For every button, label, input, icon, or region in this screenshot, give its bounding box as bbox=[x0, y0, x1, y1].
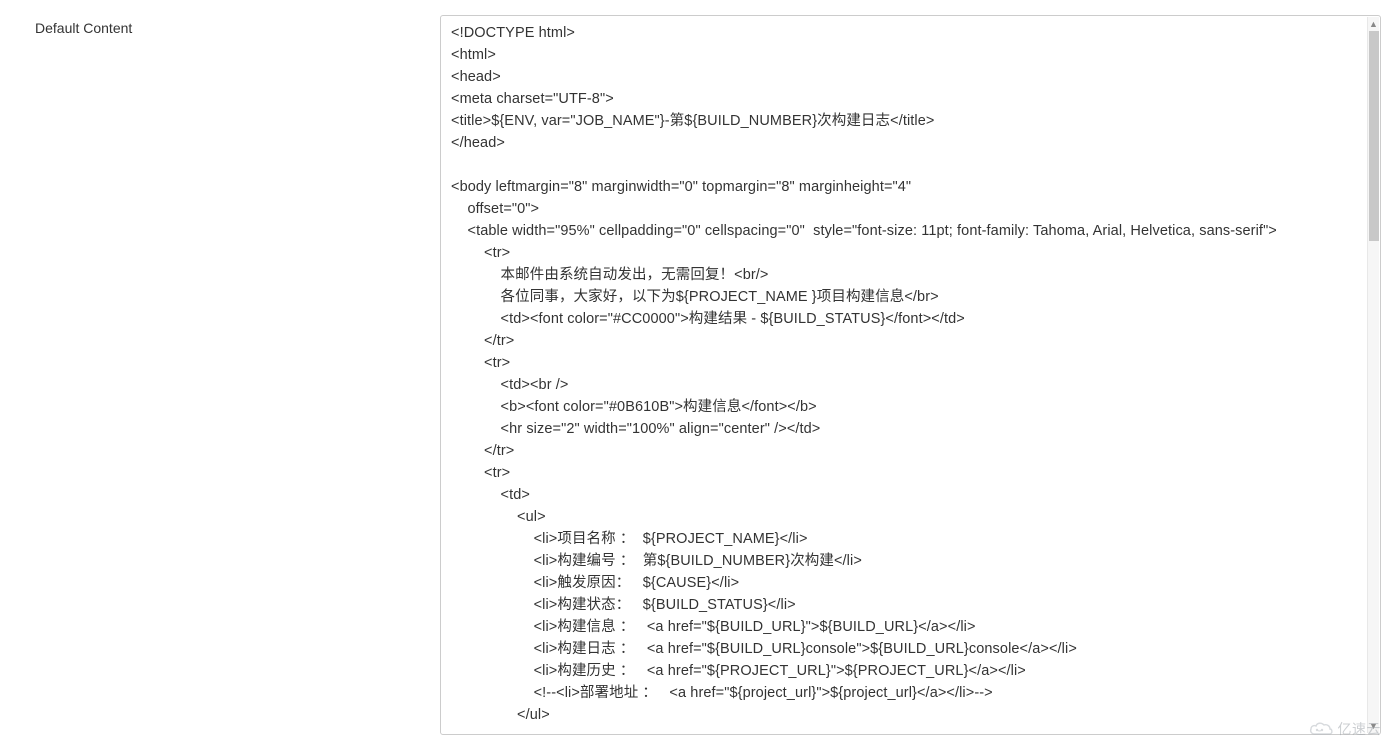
cloud-icon bbox=[1308, 720, 1334, 738]
default-content-label: Default Content bbox=[35, 20, 132, 36]
watermark: 亿速云 bbox=[1308, 719, 1382, 739]
vertical-scrollbar[interactable]: ▲ ▼ bbox=[1367, 17, 1379, 733]
field-input-column: <!DOCTYPE html> <html> <head> <meta char… bbox=[440, 0, 1391, 745]
form-row: Default Content <!DOCTYPE html> <html> <… bbox=[0, 0, 1391, 745]
default-content-textarea[interactable]: <!DOCTYPE html> <html> <head> <meta char… bbox=[440, 15, 1381, 735]
textarea-content[interactable]: <!DOCTYPE html> <html> <head> <meta char… bbox=[441, 16, 1366, 734]
scroll-up-arrow-icon[interactable]: ▲ bbox=[1368, 17, 1379, 31]
scrollbar-thumb[interactable] bbox=[1369, 31, 1379, 241]
watermark-text: 亿速云 bbox=[1338, 719, 1382, 739]
field-label-column: Default Content bbox=[0, 0, 440, 745]
